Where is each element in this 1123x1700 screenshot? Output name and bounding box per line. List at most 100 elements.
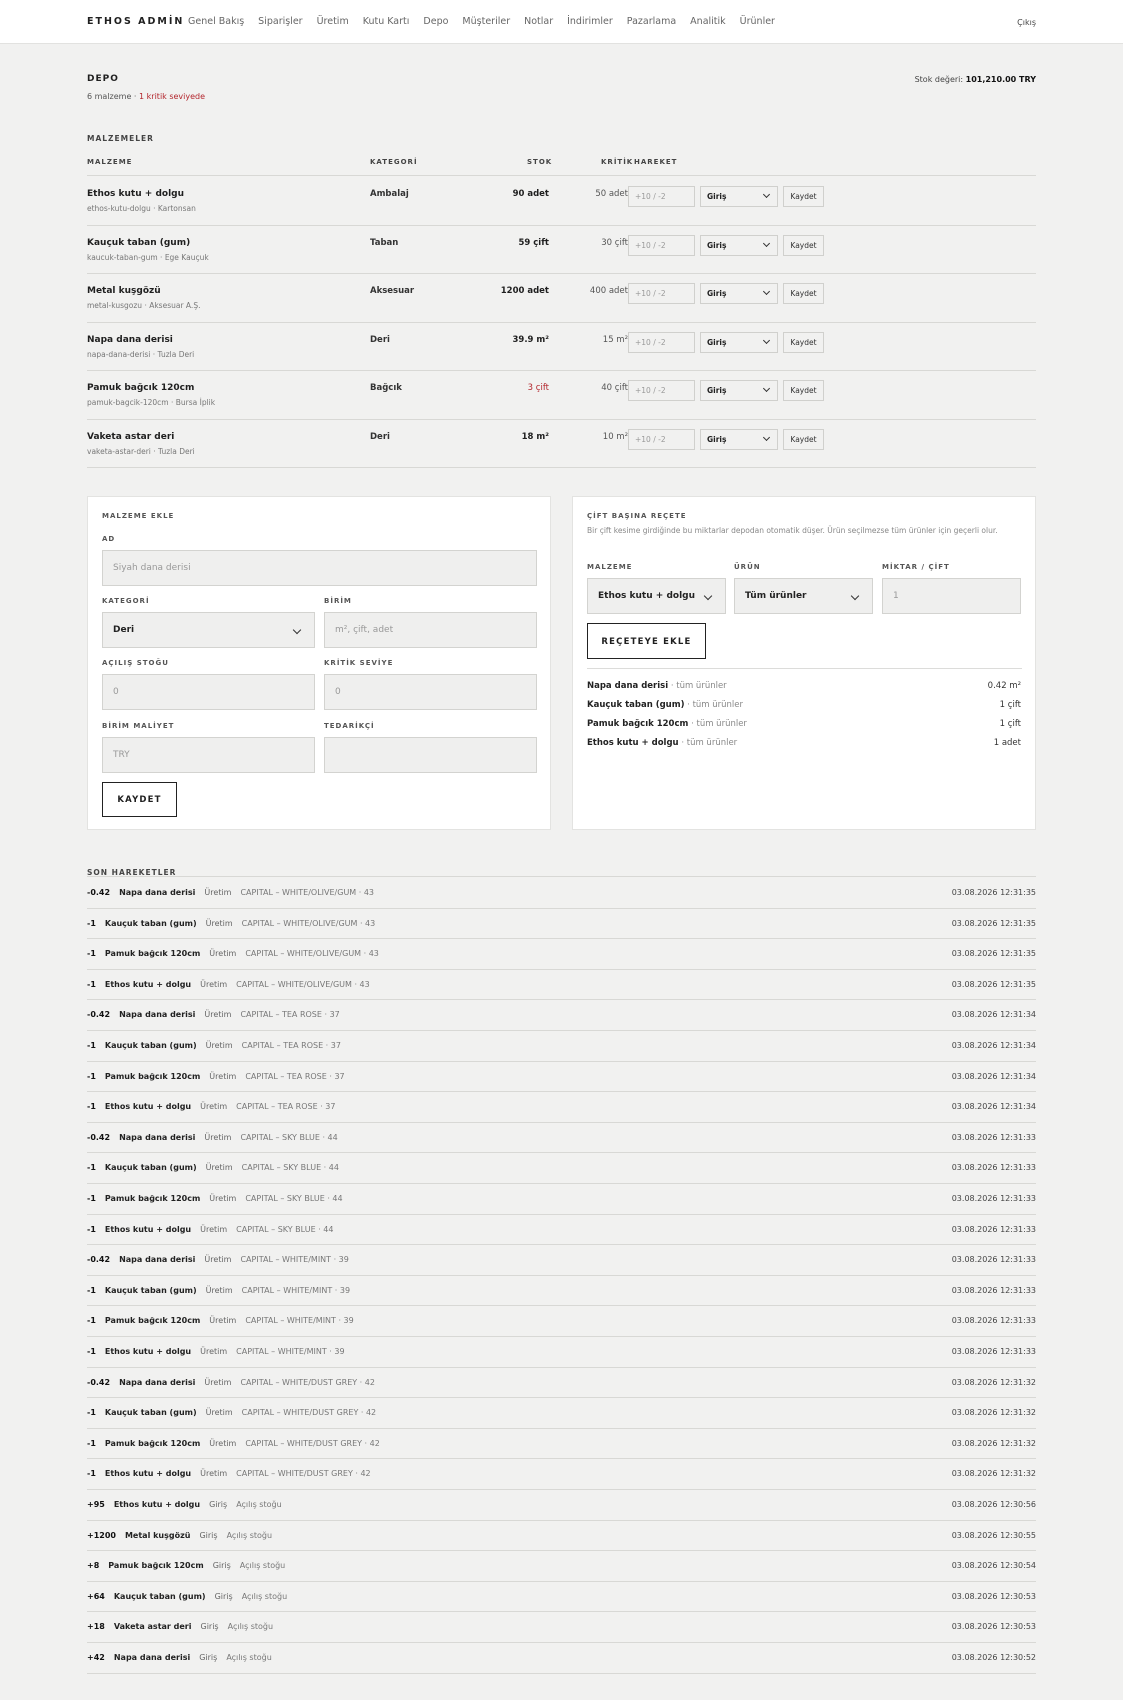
movement-type-select[interactable]: Giriş — [700, 186, 778, 207]
material-row: Kauçuk taban (gum) kaucuk-taban-gum · Ege… — [87, 226, 1036, 274]
recipe-material-value: Ethos kutu + dolgu — [598, 591, 696, 601]
movement-timestamp: 03.08.2026 12:31:33 — [951, 1316, 1036, 1326]
movement-qty: -1 — [87, 1316, 96, 1326]
movement-info: -1 Pamuk bağcık 120cm Üretim CAPITAL – WHIT… — [87, 949, 379, 958]
movement-row: -1 Pamuk bağcık 120cm Üretim CAPITAL – TEA … — [87, 1062, 1036, 1093]
movement-type-select[interactable]: Giriş — [700, 331, 778, 353]
movement-type-value: Giriş — [707, 386, 727, 395]
movement-type: Üretim — [204, 1132, 232, 1142]
nav-item-uretim[interactable]: Üretim — [317, 16, 349, 27]
supplier-label: TEDARİKÇİ — [324, 722, 375, 730]
stock-value-amount: 101,210.00 TRY — [965, 75, 1036, 84]
col-material: MALZEME — [87, 158, 133, 166]
save-material-button[interactable]: KAYDET — [102, 782, 177, 817]
material-stock: 3 çift — [527, 383, 549, 393]
unit-input[interactable]: m², çift, adet — [324, 612, 537, 648]
chevron-down-icon — [292, 625, 302, 635]
unit-cost-input[interactable]: TRY — [102, 737, 315, 773]
movement-material: Ethos kutu + dolgu — [104, 1102, 192, 1112]
save-movement-button[interactable]: Kaydet — [783, 428, 824, 450]
save-movement-button[interactable]: Kaydet — [783, 186, 824, 207]
movement-type-value: Giriş — [707, 434, 727, 444]
movement-row: +42 Napa dana derisi Giriş Açılış stoğu 03.0… — [87, 1643, 1036, 1674]
movement-qty: -1 — [87, 1102, 96, 1112]
movement-timestamp: 03.08.2026 12:31:34 — [951, 1071, 1036, 1081]
top-bar: ETHOS ADMİN Genel Bakış Siparişler Üreti… — [0, 0, 1123, 44]
stock-delta-input[interactable]: +10 / -2 — [628, 428, 695, 450]
recipe-item-material: Kauçuk taban (gum) — [587, 700, 685, 710]
nav-item-indirimler[interactable]: İndirimler — [567, 16, 613, 27]
movement-note: Açılış stoğu — [236, 1500, 282, 1509]
movement-timestamp: 03.08.2026 12:31:32 — [951, 1408, 1036, 1418]
movement-info: +64 Kauçuk taban (gum) Giriş Açılış stoğu — [87, 1592, 287, 1601]
nav-item-musteriler[interactable]: Müşteriler — [462, 16, 510, 27]
movement-info: -1 Ethos kutu + dolgu Üretim CAPITAL – TEA … — [87, 1102, 335, 1111]
save-movement-button[interactable]: Kaydet — [783, 380, 824, 401]
recipe-material-select[interactable]: Ethos kutu + dolgu — [587, 578, 726, 614]
movement-row: -1 Ethos kutu + dolgu Üretim CAPITAL – WHIT… — [87, 1459, 1036, 1490]
material-category: Ambalaj — [370, 189, 409, 199]
movement-qty: -1 — [87, 1285, 96, 1295]
save-movement-button[interactable]: Kaydet — [783, 234, 824, 256]
name-input[interactable]: Siyah dana derisi — [102, 550, 537, 586]
movement-type-select[interactable]: Giriş — [700, 428, 778, 450]
movement-type: Üretim — [209, 1071, 237, 1081]
recipe-item-material: Ethos kutu + dolgu — [587, 738, 679, 748]
logout-link[interactable]: Çıkış — [1017, 18, 1036, 27]
stock-delta-input[interactable]: +10 / -2 — [628, 234, 695, 256]
recipe-title: ÇİFT BAŞINA REÇETE — [587, 512, 687, 520]
brand-logo[interactable]: ETHOS ADMİN — [87, 16, 184, 27]
movement-timestamp: 03.08.2026 12:31:32 — [951, 1438, 1036, 1448]
nav-item-genel-bakis[interactable]: Genel Bakış — [188, 16, 244, 27]
movement-type-select[interactable]: Giriş — [700, 234, 778, 256]
recipe-item-material: Pamuk bağcık 120cm — [587, 719, 689, 729]
recipe-product-select[interactable]: Tüm ürünler — [734, 578, 873, 614]
movement-material: Ethos kutu + dolgu — [104, 1224, 192, 1234]
category-select-value: Deri — [113, 625, 135, 635]
nav-item-depo[interactable]: Depo — [423, 16, 448, 27]
recipe-item-qty: 1 adet — [993, 738, 1021, 748]
movement-qty: +1200 — [87, 1530, 116, 1540]
movement-info: -0.42 Napa dana derisi Üretim CAPITAL – TEA… — [87, 1010, 340, 1019]
recipe-qty-input[interactable]: 1 — [882, 578, 1021, 614]
movement-type-select[interactable]: Giriş — [700, 380, 778, 401]
movement-note: CAPITAL – SKY BLUE · 44 — [240, 1132, 338, 1142]
stock-delta-input[interactable]: +10 / -2 — [628, 186, 695, 207]
category-select[interactable]: Deri — [102, 612, 315, 648]
material-name: Pamuk bağcık 120cm — [87, 383, 195, 393]
movement-info: -1 Kauçuk taban (gum) Üretim CAPITAL – TEA … — [87, 1041, 341, 1050]
movement-type: Üretim — [209, 949, 237, 959]
nav-item-siparisler[interactable]: Siparişler — [258, 16, 302, 27]
movement-note: CAPITAL – WHITE/DUST GREY · 42 — [236, 1469, 371, 1479]
nav-item-analitik[interactable]: Analitik — [690, 16, 726, 27]
movement-timestamp: 03.08.2026 12:30:53 — [951, 1591, 1036, 1601]
stock-delta-input[interactable]: +10 / -2 — [628, 283, 695, 304]
add-material-card: MALZEME EKLE AD Siyah dana derisi KATEGO… — [87, 496, 551, 830]
add-material-title: MALZEME EKLE — [102, 512, 175, 520]
save-movement-button[interactable]: Kaydet — [783, 331, 824, 353]
chevron-down-icon — [850, 591, 860, 601]
add-to-recipe-button[interactable]: REÇETEYE EKLE — [587, 623, 706, 659]
save-movement-button[interactable]: Kaydet — [783, 283, 824, 304]
stock-delta-input[interactable]: +10 / -2 — [628, 380, 695, 401]
nav-item-kutu-karti[interactable]: Kutu Kartı — [363, 16, 410, 27]
movement-type-select[interactable]: Giriş — [700, 283, 778, 304]
nav-item-urunler[interactable]: Ürünler — [740, 16, 775, 27]
supplier-input[interactable] — [324, 737, 537, 773]
nav-item-notlar[interactable]: Notlar — [524, 16, 553, 27]
movement-qty: -1 — [87, 1408, 96, 1418]
critical-level-input[interactable]: 0 — [324, 674, 537, 710]
movement-type: Üretim — [200, 1224, 228, 1234]
nav-item-pazarlama[interactable]: Pazarlama — [627, 16, 676, 27]
material-slug: napa-dana-derisi · Tuzla Deri — [87, 349, 195, 359]
movement-info: -1 Pamuk bağcık 120cm Üretim CAPITAL – WHIT… — [87, 1439, 380, 1448]
opening-stock-input[interactable]: 0 — [102, 674, 315, 710]
material-critical-level: 10 m² — [602, 431, 628, 442]
movement-material: Napa dana derisi — [119, 1377, 196, 1387]
movement-row: -0.42 Napa dana derisi Üretim CAPITAL – WHI… — [87, 1368, 1036, 1399]
movement-info: -1 Ethos kutu + dolgu Üretim CAPITAL – WHIT… — [87, 1469, 371, 1478]
stock-delta-input[interactable]: +10 / -2 — [628, 331, 695, 353]
movement-note: CAPITAL – WHITE/OLIVE/GUM · 43 — [241, 918, 376, 928]
movement-info: +42 Napa dana derisi Giriş Açılış stoğu — [87, 1653, 272, 1662]
recipe-item-scope: · tüm ürünler — [678, 738, 738, 748]
